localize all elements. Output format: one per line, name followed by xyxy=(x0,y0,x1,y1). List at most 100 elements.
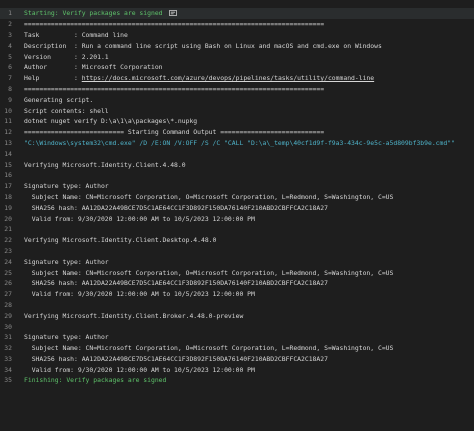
line-number: 30 xyxy=(4,322,12,331)
line-number: 27 xyxy=(4,290,12,299)
log-line: 30 xyxy=(0,321,474,332)
log-line: 25 Subject Name: CN=Microsoft Corporatio… xyxy=(0,267,474,278)
help-url-link[interactable]: https://docs.microsoft.com/azure/devops/… xyxy=(82,74,374,82)
line-number: 31 xyxy=(4,333,12,342)
log-line: 11 dotnet nuget verify D:\a\1\a\packages… xyxy=(0,116,474,127)
line-number: 10 xyxy=(4,106,12,115)
help-link-line[interactable]: Help : https://docs.microsoft.com/azure/… xyxy=(12,74,474,82)
line-number: 18 xyxy=(4,192,12,201)
line-number: 21 xyxy=(4,225,12,234)
word-wrap-icon[interactable] xyxy=(168,10,177,17)
pipeline-log-view: { "colors": { "background": "#1e1e1e", "… xyxy=(0,0,474,431)
line-number: 13 xyxy=(4,138,12,147)
line-text: Valid from: 9/30/2020 12:00:00 AM to 10/… xyxy=(24,365,255,374)
log-line: 14 xyxy=(0,148,474,159)
line-number: 25 xyxy=(4,268,12,277)
log-line: 17 Signature type: Author xyxy=(0,181,474,192)
line-number: 1 xyxy=(8,9,12,18)
log-line: 9 Generating script. xyxy=(0,94,474,105)
command-text: "C:\Windows\system32\cmd.exe" /D /E:ON /… xyxy=(24,138,455,147)
line-text: Verifying Microsoft.Identity.Client.Desk… xyxy=(24,236,217,245)
line-text: Signature type: Author xyxy=(24,257,109,266)
log-output: 1 Starting: Verify packages are signed 2… xyxy=(0,8,474,386)
log-line: 1 Starting: Verify packages are signed xyxy=(0,8,474,19)
line-text: Signature type: Author xyxy=(24,333,109,342)
line-number: 23 xyxy=(4,246,12,255)
step-finish-text: Finishing: Verify packages are signed xyxy=(24,376,167,385)
line-number: 19 xyxy=(4,203,12,212)
line-number: 35 xyxy=(4,376,12,385)
log-line: 7 Help : https://docs.microsoft.com/azur… xyxy=(0,73,474,84)
line-text: ========================================… xyxy=(24,84,325,93)
line-text: Verifying Microsoft.Identity.Client.Brok… xyxy=(24,311,244,320)
line-text: Subject Name: CN=Microsoft Corporation, … xyxy=(24,268,394,277)
line-text: ========================== Starting Comm… xyxy=(24,128,325,137)
log-line: 8 ======================================… xyxy=(0,84,474,95)
log-line: 20 Valid from: 9/30/2020 12:00:00 AM to … xyxy=(0,213,474,224)
line-number: 33 xyxy=(4,354,12,363)
line-number: 34 xyxy=(4,365,12,374)
line-number: 12 xyxy=(4,128,12,137)
line-text: dotnet nuget verify D:\a\1\a\packages\*.… xyxy=(24,117,198,126)
line-number: 32 xyxy=(4,344,12,353)
line-text: Task : Command line xyxy=(24,30,128,39)
line-text: Subject Name: CN=Microsoft Corporation, … xyxy=(24,344,394,353)
line-number: 16 xyxy=(4,171,12,180)
log-line: 18 Subject Name: CN=Microsoft Corporatio… xyxy=(0,192,474,203)
line-number: 24 xyxy=(4,257,12,266)
line-number: 28 xyxy=(4,300,12,309)
line-text: Valid from: 9/30/2020 12:00:00 AM to 10/… xyxy=(24,214,255,223)
log-line: 15 Verifying Microsoft.Identity.Client.4… xyxy=(0,159,474,170)
line-number: 17 xyxy=(4,182,12,191)
line-text: SHA256 hash: AA12DA22A49BCE7D5C1AE64CC1F… xyxy=(24,203,328,212)
line-number: 20 xyxy=(4,214,12,223)
line-text: SHA256 hash: AA12DA22A49BCE7D5C1AE64CC1F… xyxy=(24,279,328,288)
line-text: Signature type: Author xyxy=(24,182,109,191)
line-text: Generating script. xyxy=(24,95,94,104)
log-line: 34 Valid from: 9/30/2020 12:00:00 AM to … xyxy=(0,364,474,375)
step-start-text: Starting: Verify packages are signed xyxy=(12,9,474,17)
line-number: 26 xyxy=(4,279,12,288)
log-line: 29 Verifying Microsoft.Identity.Client.B… xyxy=(0,310,474,321)
line-number: 15 xyxy=(4,160,12,169)
line-number: 29 xyxy=(4,311,12,320)
log-line: 10 Script contents: shell xyxy=(0,105,474,116)
line-text: ========================================… xyxy=(24,20,325,29)
log-line: 5 Version : 2.201.1 xyxy=(0,51,474,62)
line-number: 2 xyxy=(8,20,12,29)
log-line: 6 Author : Microsoft Corporation xyxy=(0,62,474,73)
log-line: 16 xyxy=(0,170,474,181)
line-text: Verifying Microsoft.Identity.Client.4.48… xyxy=(24,160,186,169)
log-line: 21 xyxy=(0,224,474,235)
line-text: Version : 2.201.1 xyxy=(24,52,109,61)
log-line: 22 Verifying Microsoft.Identity.Client.D… xyxy=(0,235,474,246)
line-number: 14 xyxy=(4,149,12,158)
log-line: 13 "C:\Windows\system32\cmd.exe" /D /E:O… xyxy=(0,138,474,149)
log-line: 19 SHA256 hash: AA12DA22A49BCE7D5C1AE64C… xyxy=(0,202,474,213)
log-line: 31 Signature type: Author xyxy=(0,332,474,343)
line-text: Valid from: 9/30/2020 12:00:00 AM to 10/… xyxy=(24,290,255,299)
log-line: 23 xyxy=(0,246,474,257)
line-number: 3 xyxy=(8,30,12,39)
line-text: Script contents: shell xyxy=(24,106,109,115)
log-line: 32 Subject Name: CN=Microsoft Corporatio… xyxy=(0,343,474,354)
line-text: Author : Microsoft Corporation xyxy=(24,63,163,72)
log-line: 27 Valid from: 9/30/2020 12:00:00 AM to … xyxy=(0,289,474,300)
line-number: 22 xyxy=(4,236,12,245)
line-text: SHA256 hash: AA12DA22A49BCE7D5C1AE64CC1F… xyxy=(24,354,328,363)
line-number: 4 xyxy=(8,41,12,50)
line-number: 6 xyxy=(8,63,12,72)
log-line: 4 Description : Run a command line scrip… xyxy=(0,40,474,51)
log-line: 33 SHA256 hash: AA12DA22A49BCE7D5C1AE64C… xyxy=(0,354,474,365)
line-number: 5 xyxy=(8,52,12,61)
log-line: 26 SHA256 hash: AA12DA22A49BCE7D5C1AE64C… xyxy=(0,278,474,289)
log-line: 2 ======================================… xyxy=(0,19,474,30)
line-number: 11 xyxy=(4,117,12,126)
line-number: 9 xyxy=(8,95,12,104)
line-number: 8 xyxy=(8,84,12,93)
line-text: Subject Name: CN=Microsoft Corporation, … xyxy=(24,192,394,201)
line-number: 7 xyxy=(8,74,12,83)
log-line: 28 xyxy=(0,300,474,311)
line-text: Description : Run a command line script … xyxy=(24,41,382,50)
log-line: 12 ========================== Starting C… xyxy=(0,127,474,138)
